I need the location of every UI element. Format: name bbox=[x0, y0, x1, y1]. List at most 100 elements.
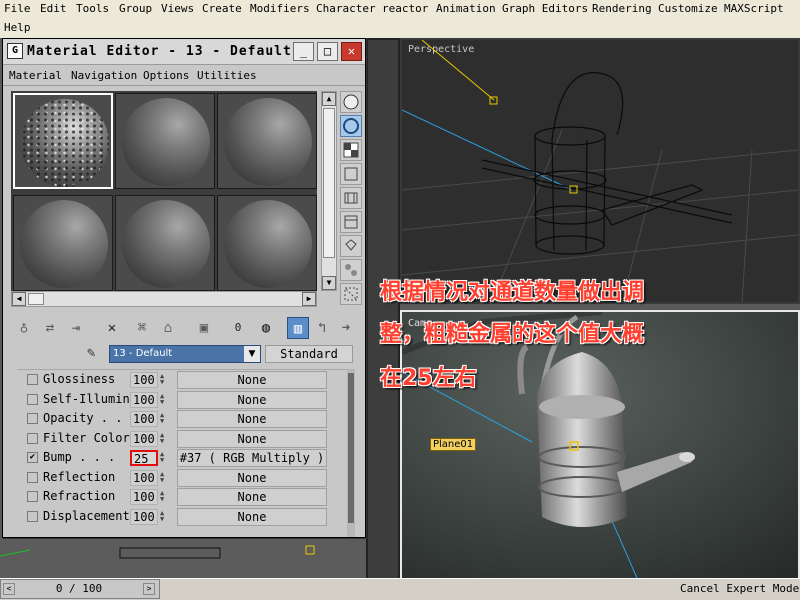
options-button[interactable] bbox=[340, 235, 362, 257]
sample-slot-3[interactable] bbox=[217, 93, 317, 189]
assign-to-selection-button[interactable]: ⇥ bbox=[65, 317, 87, 339]
spinner-arrows-icon[interactable]: ▲ ▼ bbox=[160, 373, 168, 387]
spinner-arrows-icon[interactable]: ▲ ▼ bbox=[160, 451, 168, 465]
menu-customize[interactable]: Customize bbox=[658, 2, 718, 16]
menu-modifiers[interactable]: Modifiers bbox=[250, 2, 310, 16]
background-button[interactable] bbox=[340, 139, 362, 161]
map-enable-checkbox[interactable] bbox=[27, 510, 38, 522]
map-enable-checkbox[interactable] bbox=[27, 471, 38, 483]
effects-channel-value[interactable]: 0 bbox=[227, 317, 249, 339]
menu-reactor[interactable]: reactor bbox=[382, 2, 428, 16]
map-enable-checkbox[interactable] bbox=[27, 413, 38, 424]
map-slot-button[interactable]: None bbox=[177, 390, 327, 409]
pick-material-eyedropper-icon[interactable]: ✎ bbox=[87, 345, 95, 361]
video-color-check-button[interactable] bbox=[340, 187, 362, 209]
select-by-material-button[interactable] bbox=[340, 259, 362, 281]
menu-views[interactable]: Views bbox=[161, 2, 194, 16]
make-preview-button[interactable] bbox=[340, 211, 362, 233]
map-amount-spinner[interactable]: 100 bbox=[130, 489, 158, 505]
sample-slot-2[interactable] bbox=[115, 93, 215, 189]
scroll-up-icon[interactable]: ▲ bbox=[322, 92, 336, 106]
map-amount-spinner[interactable]: 100 bbox=[130, 372, 158, 388]
spinner-arrows-icon[interactable]: ▲ ▼ bbox=[160, 392, 168, 407]
map-amount-spinner[interactable]: 100 bbox=[130, 430, 158, 447]
bottom-left-viewport-strip[interactable] bbox=[0, 538, 366, 580]
material-effects-channel-button[interactable]: ▣ bbox=[193, 317, 215, 339]
next-frame-icon[interactable]: > bbox=[143, 583, 155, 595]
get-material-button[interactable]: ♁ bbox=[13, 317, 35, 339]
map-amount-spinner[interactable]: 100 bbox=[130, 508, 158, 525]
menu-rendering[interactable]: Rendering bbox=[592, 2, 652, 16]
slots-vertical-scrollbar[interactable]: ▲ ▼ bbox=[321, 91, 337, 291]
menu-create[interactable]: Create bbox=[202, 2, 242, 16]
maximize-button[interactable]: □ bbox=[317, 42, 338, 61]
menu-tools[interactable]: Tools bbox=[76, 2, 109, 16]
map-slot-button[interactable]: None bbox=[177, 488, 327, 506]
menu-character[interactable]: Character bbox=[316, 2, 376, 16]
slots-horizontal-scrollbar[interactable]: ◀ ▶ bbox=[11, 291, 317, 307]
rollout-scrollbar[interactable] bbox=[347, 369, 355, 537]
menu-edit[interactable]: Edit bbox=[40, 2, 67, 16]
sample-uv-tiling-button[interactable] bbox=[340, 163, 362, 185]
map-amount-spinner[interactable]: 100 bbox=[130, 391, 158, 408]
scroll-down-icon[interactable]: ▼ bbox=[322, 276, 336, 290]
menu-options[interactable]: Options bbox=[143, 69, 189, 82]
scroll-thumb[interactable] bbox=[28, 293, 44, 305]
sample-slot-6[interactable] bbox=[217, 195, 317, 291]
put-to-scene-button[interactable]: ⇄ bbox=[39, 317, 61, 339]
time-slider[interactable]: < 0 / 100 > bbox=[0, 579, 160, 599]
chevron-down-icon[interactable]: ▼ bbox=[244, 346, 260, 362]
sample-slot-5[interactable] bbox=[115, 195, 215, 291]
prev-frame-icon[interactable]: < bbox=[3, 583, 15, 595]
scroll-right-icon[interactable]: ▶ bbox=[302, 292, 316, 306]
spinner-arrows-icon[interactable]: ▲ ▼ bbox=[160, 509, 168, 524]
menu-group[interactable]: Group bbox=[119, 2, 152, 16]
map-enable-checkbox[interactable] bbox=[27, 432, 38, 444]
perspective-viewport[interactable]: Perspective bbox=[400, 38, 800, 304]
spinner-arrows-icon[interactable]: ▲ ▼ bbox=[160, 412, 168, 426]
camera-viewport[interactable]: Came Plane01 bbox=[400, 310, 800, 580]
close-button[interactable]: ✕ bbox=[341, 42, 362, 61]
map-amount-spinner[interactable]: 25 bbox=[130, 450, 158, 466]
show-map-button[interactable]: ◍ bbox=[255, 317, 277, 339]
map-slot-button[interactable]: None bbox=[177, 371, 327, 389]
sample-type-button[interactable] bbox=[340, 91, 362, 113]
minimize-button[interactable]: _ bbox=[293, 42, 314, 61]
map-enable-checkbox[interactable] bbox=[27, 393, 38, 405]
put-to-library-button[interactable]: ⌂ bbox=[157, 317, 179, 339]
menu-utilities[interactable]: Utilities bbox=[197, 69, 257, 82]
map-amount-spinner[interactable]: 100 bbox=[130, 411, 158, 427]
scroll-left-icon[interactable]: ◀ bbox=[12, 292, 26, 306]
menu-material[interactable]: Material bbox=[9, 69, 62, 82]
show-end-result-button[interactable]: ▥ bbox=[287, 317, 309, 339]
map-slot-button[interactable]: #37 ( RGB Multiply ) bbox=[177, 449, 327, 467]
spinner-arrows-icon[interactable]: ▲ ▼ bbox=[160, 490, 168, 504]
map-enable-checkbox[interactable] bbox=[27, 491, 38, 502]
go-to-parent-button[interactable]: ↰ bbox=[311, 317, 333, 339]
map-enable-checkbox[interactable] bbox=[27, 374, 38, 385]
spinner-arrows-icon[interactable]: ▲ ▼ bbox=[160, 470, 168, 485]
map-slot-button[interactable]: None bbox=[177, 468, 327, 487]
material-type-button[interactable]: Standard bbox=[265, 345, 353, 363]
go-forward-sibling-button[interactable]: ➜ bbox=[335, 317, 357, 339]
material-map-navigator-button[interactable] bbox=[340, 283, 362, 305]
expert-mode-status[interactable]: Cancel Expert Mode bbox=[680, 582, 799, 595]
map-amount-spinner[interactable]: 100 bbox=[130, 469, 158, 486]
map-enable-checkbox[interactable]: ✔ bbox=[27, 452, 38, 463]
rollout-scroll-thumb[interactable] bbox=[348, 373, 354, 523]
reset-map-button[interactable]: ✕ bbox=[101, 317, 123, 339]
map-slot-button[interactable]: None bbox=[177, 410, 327, 428]
sample-slot-4[interactable] bbox=[13, 195, 113, 291]
sample-slot-1[interactable] bbox=[13, 93, 113, 189]
left-viewport-strip[interactable] bbox=[366, 38, 400, 580]
menu-animation[interactable]: Animation bbox=[436, 2, 496, 16]
menu-maxscript[interactable]: MAXScript bbox=[724, 2, 784, 16]
backlight-button[interactable] bbox=[340, 115, 362, 137]
scroll-thumb[interactable] bbox=[323, 108, 335, 258]
material-name-field[interactable]: 13 - Default ▼ bbox=[109, 345, 261, 363]
material-editor-titlebar[interactable]: G Material Editor - 13 - Default _ □ ✕ bbox=[3, 39, 365, 65]
map-slot-button[interactable]: None bbox=[177, 429, 327, 448]
make-unique-button[interactable]: ⌘ bbox=[131, 317, 153, 339]
spinner-arrows-icon[interactable]: ▲ ▼ bbox=[160, 431, 168, 446]
map-slot-button[interactable]: None bbox=[177, 507, 327, 526]
